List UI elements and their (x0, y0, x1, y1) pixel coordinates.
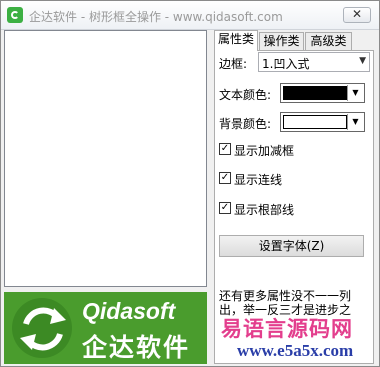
tab-advanced[interactable]: 高级类 (305, 32, 352, 50)
checkbox-box[interactable]: ✓ (219, 202, 231, 214)
checkbox-show-root-lines[interactable]: ✓ 显示根部线 (219, 201, 369, 217)
close-button[interactable]: ✕ (343, 7, 371, 23)
logo-chinese-text: 企达软件 (82, 333, 191, 362)
chevron-down-icon: ▼ (359, 56, 366, 66)
border-select-value: 1.凹入式 (262, 57, 310, 71)
title-bar[interactable]: 企达软件 - 树形框全操作 - www.qidasoft.com ✕ (1, 1, 379, 30)
checkbox-show-lines[interactable]: ✓ 显示连线 (219, 171, 369, 187)
set-font-button[interactable]: 设置字体(Z) (219, 235, 364, 257)
border-label: 边框: (219, 57, 248, 71)
checkbox-label: 显示根部线 (234, 203, 295, 217)
checkbox-box[interactable]: ✓ (219, 143, 231, 155)
qidasoft-logo: Qidasoft 企达软件 (4, 292, 207, 364)
checkbox-box[interactable]: ✓ (219, 172, 231, 184)
bg-color-picker[interactable]: ▼ (280, 112, 365, 132)
bg-color-label: 背景颜色: (219, 117, 272, 131)
border-select[interactable]: 1.凹入式 ▼ (258, 52, 370, 72)
logo-english-text: Qidasoft (82, 298, 176, 324)
window-title: 企达软件 - 树形框全操作 - www.qidasoft.com (29, 10, 283, 24)
tab-operations[interactable]: 操作类 (259, 32, 304, 50)
watermark-url: www.e5a5x.com (237, 341, 354, 360)
watermark-title: 易语言源码网 (221, 316, 353, 341)
text-color-swatch (283, 86, 347, 100)
dropdown-arrow-icon: ▼ (347, 114, 363, 130)
checkbox-label: 显示连线 (234, 173, 283, 187)
dropdown-arrow-icon: ▼ (347, 85, 363, 101)
app-icon (7, 7, 23, 23)
bg-color-swatch (283, 115, 347, 129)
text-color-label: 文本颜色: (219, 88, 272, 102)
checkbox-show-plus-minus[interactable]: ✓ 显示加减框 (219, 142, 369, 158)
tree-view[interactable] (4, 30, 207, 287)
text-color-picker[interactable]: ▼ (280, 83, 365, 103)
refresh-arrows-icon (20, 307, 66, 351)
checkbox-label: 显示加减框 (234, 144, 295, 158)
tab-properties[interactable]: 属性类 (214, 30, 258, 51)
